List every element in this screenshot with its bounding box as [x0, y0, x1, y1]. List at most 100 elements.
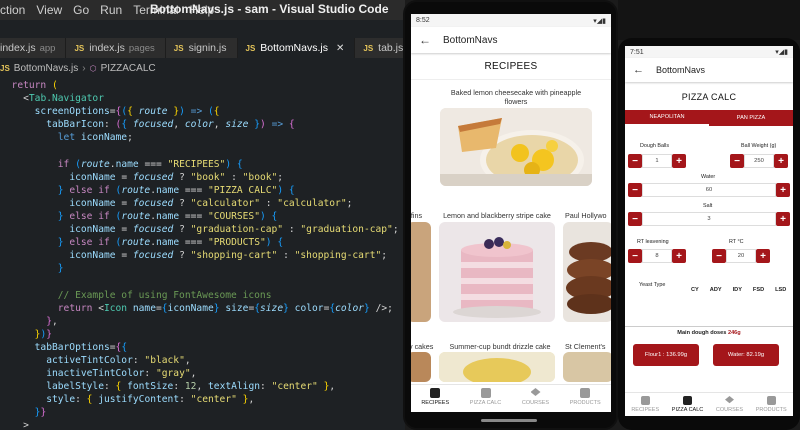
breadcrumb: JS BottomNavs.js › ⬡ PIZZACALC	[0, 60, 156, 76]
recipe-image-bundt[interactable]	[439, 352, 555, 382]
graduation-cap-icon	[530, 388, 541, 396]
water-input[interactable]: 60	[642, 183, 776, 197]
phone-pizza-calc: 7:51 ▾◢▮ ← BottomNavs PIZZA CALC NEAPOLI…	[618, 38, 800, 430]
flour-result-button[interactable]: Flour1 : 136.99g	[633, 344, 699, 366]
nav-item-pizza-calc[interactable]: PIZZA CALC	[470, 385, 501, 412]
js-file-icon: JS	[363, 43, 374, 53]
nav-label: PRODUCTS	[569, 400, 601, 406]
recipe-title[interactable]: St Clement's	[565, 342, 606, 351]
nav-item-courses[interactable]: COURSES	[522, 385, 549, 412]
decrement-button[interactable]: −	[628, 183, 642, 197]
yeast-option-idy[interactable]: IDY	[733, 287, 742, 293]
js-file-icon: JS	[74, 43, 85, 53]
decrement-button[interactable]: −	[712, 249, 726, 263]
tab-signin[interactable]: JS signin.js	[165, 38, 238, 58]
decrement-button[interactable]: −	[628, 249, 642, 263]
nav-item-products[interactable]: PRODUCTS	[570, 385, 601, 412]
field-label: Salt	[703, 203, 713, 209]
breadcrumb-symbol[interactable]: PIZZACALC	[101, 63, 156, 74]
yeast-option-cy[interactable]: CY	[691, 287, 699, 293]
recipe-image-stripe-cake[interactable]	[439, 222, 555, 322]
pizza-type-tabs: NEAPOLITAN PAN PIZZA	[625, 110, 793, 126]
tab-pan-pizza[interactable]: PAN PIZZA	[709, 110, 793, 126]
recipe-title[interactable]: y cakes	[411, 342, 433, 351]
menu-item-go[interactable]: Go	[73, 3, 89, 17]
back-arrow-icon[interactable]: ←	[633, 64, 644, 76]
salt-input[interactable]: 3	[642, 212, 776, 226]
rt-leavening-stepper: − 8 +	[628, 249, 686, 263]
tab-spacer	[0, 20, 405, 38]
cheesecake-illustration	[440, 108, 592, 186]
nav-item-recipees[interactable]: RECIPEES	[631, 393, 659, 416]
recipe-title[interactable]: Baked lemon cheesecake with pineapple fl…	[441, 88, 591, 106]
increment-button[interactable]: +	[756, 249, 770, 263]
main-dough-label: Main dough doses	[677, 330, 727, 336]
field-label: Ball Weight (g)	[741, 143, 777, 149]
yeast-label: Yeast Type	[639, 282, 666, 288]
recipe-title[interactable]: Summer-cup bundt drizzle cake	[445, 342, 555, 351]
water-result-button[interactable]: Water: 82.19g	[713, 344, 779, 366]
nav-item-products[interactable]: PRODUCTS	[756, 393, 787, 416]
increment-button[interactable]: +	[672, 154, 686, 168]
menu-item-view[interactable]: View	[36, 3, 62, 17]
status-bar: 7:51 ▾◢▮	[625, 46, 793, 58]
recipe-image-cakes[interactable]	[411, 352, 431, 382]
decrement-button[interactable]: −	[628, 212, 642, 226]
recipe-image-muffins[interactable]	[411, 222, 431, 322]
tab-neapolitan[interactable]: NEAPOLITAN	[625, 110, 709, 126]
rt-temp-input[interactable]: 20	[726, 249, 756, 263]
breadcrumb-file[interactable]: BottomNavs.js	[14, 63, 78, 74]
main-dough-value: 246g	[727, 330, 741, 336]
decrement-button[interactable]: −	[628, 154, 642, 168]
code-editor[interactable]: return ( <Tab.Navigator screenOptions={(…	[0, 79, 399, 430]
recipe-title[interactable]: Lemon and blackberry stripe cake	[441, 211, 553, 220]
shopping-cart-icon	[580, 388, 591, 398]
ball-weight-input[interactable]: 250	[744, 154, 774, 168]
close-icon[interactable]: ✕	[336, 43, 344, 54]
battery-icon: ▾◢▮	[593, 17, 606, 25]
background-region	[618, 0, 800, 40]
nav-item-courses[interactable]: COURSES	[716, 393, 743, 416]
editor-tabs: index.js app JS index.js pages JS signin…	[0, 38, 405, 58]
recipe-image-hollywood[interactable]	[563, 222, 611, 322]
tab-index-pages[interactable]: JS index.js pages	[66, 38, 166, 58]
field-label: RT °C	[729, 239, 744, 245]
menu-item-run[interactable]: Run	[100, 3, 122, 17]
bottom-nav: RECIPEES PIZZA CALC COURSES PRODUCTS	[411, 384, 611, 412]
dough-balls-input[interactable]: 1	[642, 154, 672, 168]
recipe-title[interactable]: ffins	[411, 211, 422, 220]
increment-button[interactable]: +	[776, 183, 790, 197]
menu-item-selection[interactable]: ction	[0, 3, 25, 17]
yeast-option-fsd[interactable]: FSD	[753, 287, 764, 293]
chevron-right-icon: ›	[82, 62, 86, 74]
calculator-icon	[480, 388, 491, 398]
nav-item-pizza-calc[interactable]: PIZZA CALC	[672, 393, 703, 416]
home-indicator[interactable]	[481, 419, 537, 422]
tab-sublabel: app	[39, 42, 56, 54]
tab-label: signin.js	[188, 42, 227, 54]
rt-temp-stepper: − 20 +	[712, 249, 770, 263]
increment-button[interactable]: +	[776, 212, 790, 226]
dough-balls-stepper: − 1 +	[628, 154, 686, 168]
recipe-image-st-clements[interactable]	[563, 352, 611, 382]
nav-item-recipees[interactable]: RECIPEES	[421, 385, 449, 412]
field-label: Dough Balls	[640, 143, 670, 149]
phone-screen: 7:51 ▾◢▮ ← BottomNavs PIZZA CALC NEAPOLI…	[625, 46, 793, 416]
rt-leavening-input[interactable]: 8	[642, 249, 672, 263]
back-arrow-icon[interactable]: ←	[419, 33, 431, 47]
increment-button[interactable]: +	[672, 249, 686, 263]
yeast-option-lsd[interactable]: LSD	[775, 287, 786, 293]
tab-bottomnavs[interactable]: JS BottomNavs.js ✕	[237, 38, 356, 58]
tab-tab[interactable]: JS tab.js	[355, 38, 405, 58]
title-bar: ction View Go Run Terminal Help BottomNa…	[0, 0, 405, 20]
increment-button[interactable]: +	[774, 154, 788, 168]
tab-index-app[interactable]: index.js app	[0, 38, 67, 58]
ball-weight-stepper: − 250 +	[730, 154, 788, 168]
decrement-button[interactable]: −	[730, 154, 744, 168]
book-icon	[430, 388, 441, 398]
status-time: 7:51	[630, 48, 644, 56]
recipe-image-cheesecake[interactable]	[440, 108, 592, 186]
yeast-option-ady[interactable]: ADY	[710, 287, 722, 293]
recipe-title[interactable]: Paul Hollywo	[565, 211, 607, 220]
nav-label: COURSES	[715, 407, 744, 413]
